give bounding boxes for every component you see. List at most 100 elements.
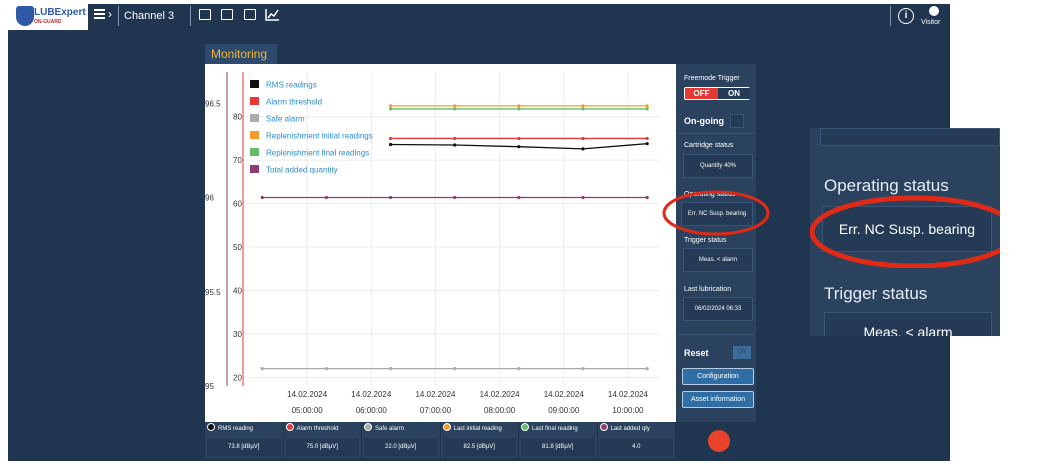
reading-label: Last initial reading <box>441 422 519 436</box>
ongoing-label: On-going <box>684 116 724 126</box>
toggle-on[interactable]: ON <box>718 88 750 99</box>
top-navigation <box>88 4 950 30</box>
zoom-operating-label: Operating status <box>824 176 949 195</box>
reading-value: 75.0 [dBµV] <box>285 438 359 456</box>
info-icon[interactable]: i <box>898 8 914 24</box>
toggle-off[interactable]: OFF <box>685 88 718 99</box>
data-point <box>453 195 457 200</box>
data-point <box>453 143 457 147</box>
legend-dot-icon <box>285 423 294 431</box>
asset-information-button[interactable]: Asset information <box>682 391 754 408</box>
y-left-tick-label: 96.5 <box>205 99 221 108</box>
x-tick-date: 14.02.2024 <box>351 390 392 399</box>
reading-cell: Last initial reading 82.5 [dBµV] <box>440 422 519 458</box>
x-tick-time: 05:00:00 <box>292 406 324 415</box>
reading-value: 73.8 [dBµV] <box>207 438 281 456</box>
expand-icon[interactable] <box>221 9 233 20</box>
legend-dot-icon <box>207 423 215 431</box>
fullscreen-icon[interactable] <box>199 9 211 20</box>
x-tick-date: 14.02.2024 <box>608 390 649 399</box>
x-tick-date: 14.02.2024 <box>544 390 585 399</box>
cartridge-value: Quantity 40% <box>683 154 753 178</box>
legend-label: RMS readings <box>266 81 317 90</box>
legend-swatch <box>250 114 259 122</box>
ongoing-checkbox[interactable] <box>730 114 744 128</box>
chart-svg: 20 30 40 50 60 70 80 95 95.5 96 96.5 14.02.2024 05:0… <box>205 72 660 415</box>
zoom-inset: Operating status Err. NC Susp. bearing T… <box>810 128 1000 336</box>
y-left-tick-label: 95.5 <box>205 288 221 297</box>
data-point <box>581 367 585 371</box>
legend-dot-icon <box>364 423 372 431</box>
data-point <box>260 367 264 371</box>
y-left-tick-label: 95 <box>205 382 214 391</box>
data-point <box>581 195 585 200</box>
y-right-tick-label: 80 <box>233 113 242 122</box>
x-tick-time: 07:00:00 <box>420 406 452 415</box>
data-point <box>388 195 393 200</box>
data-point <box>453 367 457 371</box>
cartridge-label: Cartridge status <box>684 142 734 149</box>
data-point <box>453 104 457 108</box>
data-point <box>645 367 649 371</box>
reading-value: 4.0 <box>599 438 673 456</box>
y-left-tick-label: 96 <box>205 194 214 203</box>
reset-button[interactable]: OK <box>733 346 751 359</box>
freemode-label: Freemode Trigger <box>684 75 740 82</box>
data-point <box>453 136 457 141</box>
divider <box>678 133 754 134</box>
data-point <box>324 195 328 200</box>
monitoring-chart: 20 30 40 50 60 70 80 95 95.5 96 96.5 14.02.2024 05:0… <box>205 64 676 422</box>
reading-label-text: Last added qty <box>610 426 650 432</box>
legend-label: Replenishment final readings <box>266 149 369 158</box>
chevron-right-icon[interactable]: › <box>108 7 112 21</box>
data-point <box>581 107 585 111</box>
reading-label: RMS reading <box>205 422 283 436</box>
user-icon[interactable] <box>929 6 939 16</box>
zoom-trigger-value: Meas. < alarm <box>824 312 992 336</box>
chart-icon[interactable] <box>265 8 280 21</box>
legend-swatch <box>250 131 259 139</box>
reading-label: Safe alarm <box>362 422 440 436</box>
reading-value: 82.5 [dBµV] <box>442 438 516 456</box>
reading-cell: Alarm threshold 75.0 [dBµV] <box>283 422 361 458</box>
reading-cell: RMS reading 73.8 [dBµV] <box>205 422 283 458</box>
data-point <box>645 104 649 108</box>
y-right-tick-label: 30 <box>233 330 242 339</box>
reading-cell: Last added qty 4.0 <box>597 422 675 458</box>
zoom-cartridge-box <box>820 128 1000 146</box>
logo-shield-icon <box>16 6 34 26</box>
user-label[interactable]: Visitor <box>921 19 940 26</box>
reading-value: 22.0 [dBµV] <box>364 438 438 456</box>
display-icon[interactable] <box>244 9 256 20</box>
data-point <box>388 367 393 371</box>
data-point <box>260 195 264 200</box>
legend-label: Safe alarm <box>266 115 305 124</box>
menu-icon[interactable] <box>94 9 105 11</box>
divider <box>678 334 754 335</box>
y-right-tick-label: 70 <box>233 156 242 165</box>
reading-value: 81.8 [dBµV] <box>521 438 595 456</box>
configuration-button[interactable]: Configuration <box>682 368 754 385</box>
data-point <box>324 367 328 371</box>
data-point <box>388 136 393 141</box>
x-tick-time: 10:00:00 <box>612 406 644 415</box>
panel-title: Monitoring <box>205 44 277 64</box>
reading-label: Last final reading <box>519 422 597 436</box>
reading-label-text: Alarm threshold <box>296 426 339 432</box>
data-point <box>645 107 649 111</box>
x-tick-time: 08:00:00 <box>484 406 516 415</box>
y-right-tick-label: 20 <box>233 373 242 382</box>
divider <box>890 6 891 26</box>
reading-label-text: Safe alarm <box>375 426 405 432</box>
data-point <box>645 195 649 200</box>
zoom-highlight-ellipse <box>810 195 1000 268</box>
legend-dot-icon <box>521 423 529 431</box>
last-lubrication-label: Last lubrication <box>684 286 732 293</box>
divider <box>190 6 191 26</box>
last-lubrication-value: 06/02/2024 06:33 <box>683 297 753 321</box>
trigger-value: Meas. < alarm <box>683 248 753 272</box>
reading-label-text: Last final reading <box>532 426 578 432</box>
x-tick-date: 14.02.2024 <box>480 390 521 399</box>
legend-swatch <box>250 97 259 105</box>
record-indicator <box>708 430 730 452</box>
